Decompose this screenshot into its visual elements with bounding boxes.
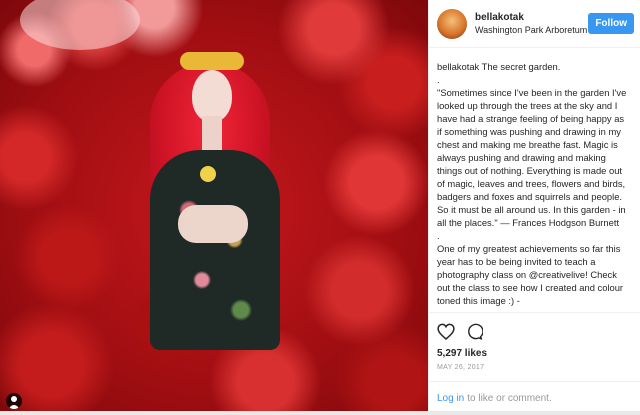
header-location[interactable]: Washington Park Arboretum — [475, 25, 588, 35]
caption-title: The secret garden. — [481, 61, 561, 72]
caption-body: One of my greatest achievements so far t… — [437, 243, 624, 306]
login-bar: Log in to like or comment. — [429, 381, 640, 415]
header-username[interactable]: bellakotak — [475, 12, 588, 23]
post-header: bellakotak Washington Park Arboretum Fol… — [429, 0, 640, 48]
photo-yellow-flower — [200, 166, 216, 182]
header-text: bellakotak Washington Park Arboretum — [475, 12, 588, 35]
heart-icon[interactable] — [437, 322, 455, 340]
caption-separator-1: . — [437, 74, 440, 85]
post-caption: bellakotak The secret garden. . "Sometim… — [429, 48, 640, 312]
caption-quote: "Sometimes since I've been in the garden… — [437, 87, 627, 228]
post-date: MAY 26, 2017 — [437, 364, 485, 371]
post-actions: 5,297 likes MAY 26, 2017 — [429, 312, 640, 371]
action-icons — [437, 321, 632, 341]
login-link[interactable]: Log in — [437, 393, 464, 404]
photo-hands — [178, 205, 248, 243]
user-tag-icon[interactable] — [6, 393, 22, 409]
photo-flower-crown — [180, 52, 244, 70]
login-suffix: to like or comment. — [467, 393, 552, 404]
likes-count[interactable]: 5,297 likes — [437, 348, 632, 359]
caption-separator-2: . — [437, 230, 440, 241]
caption-username[interactable]: bellakotak — [437, 61, 479, 72]
caption-title-line: bellakotak The secret garden. — [437, 60, 630, 73]
photo-face — [192, 70, 232, 122]
bottom-divider — [0, 411, 640, 415]
instagram-post: bellakotak Washington Park Arboretum Fol… — [0, 0, 640, 415]
follow-button[interactable]: Follow — [588, 13, 634, 34]
photo-sky — [20, 0, 140, 50]
avatar[interactable] — [437, 8, 467, 39]
comment-bubble-icon[interactable] — [465, 322, 483, 340]
post-side-panel: bellakotak Washington Park Arboretum Fol… — [428, 0, 640, 415]
photo-dress — [150, 150, 280, 350]
post-photo[interactable] — [0, 0, 428, 415]
